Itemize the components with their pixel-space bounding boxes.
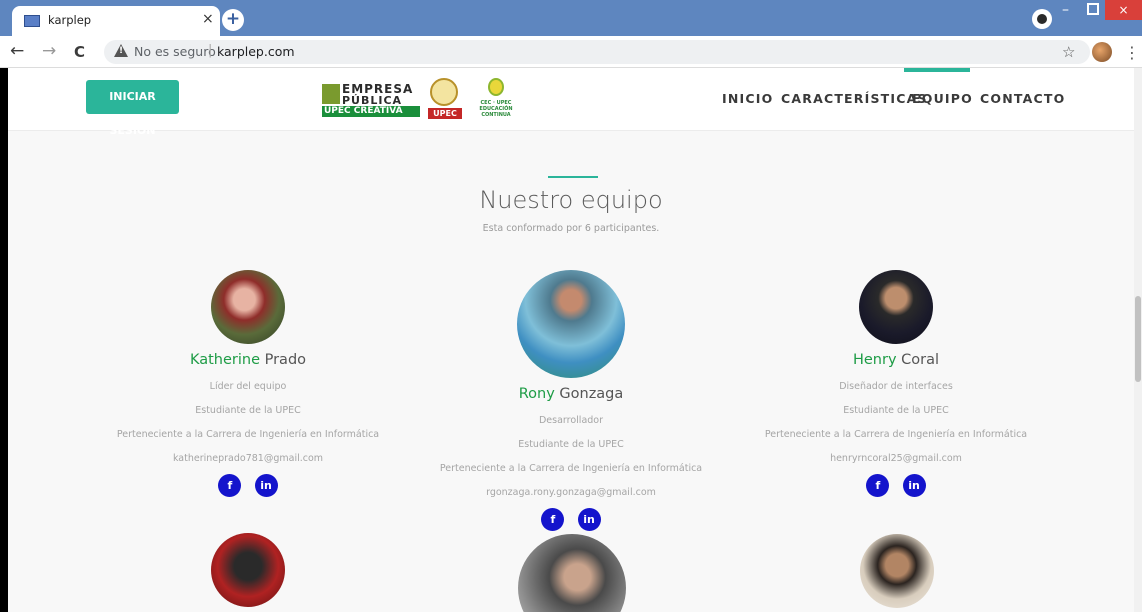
security-label[interactable]: No es seguro [134,44,216,59]
member-name: Katherine Prado [68,352,428,368]
back-icon[interactable]: ← [10,41,24,61]
nav-caracteristicas[interactable]: CARACTERÍSTICAS [781,91,928,106]
profile-avatar[interactable] [1092,42,1112,62]
member-role: Líder del equipo [209,381,287,392]
address-bar[interactable]: No es seguro | karplep.com [104,40,1090,64]
member-photo [860,534,934,608]
member-photo [211,533,285,607]
active-nav-indicator [904,68,970,72]
upec-logo: UPEC [428,108,462,119]
member-role: Desarrollador [538,415,604,426]
upec-seal-icon [430,78,458,106]
member-first-name: Henry [852,352,897,368]
section-title: Nuestro equipo [479,186,663,214]
nav-equipo[interactable]: EQUIPO [912,91,973,106]
member-last-name: Prado [264,352,307,368]
member-photo [211,270,285,344]
nav-inicio[interactable]: INICIO [722,91,773,106]
member-photo [518,534,626,612]
member-last-name: Gonzaga [559,386,624,402]
facebook-icon[interactable]: f [541,508,565,531]
close-window-button[interactable]: × [1105,0,1142,20]
linkedin-icon[interactable]: in [902,474,926,497]
member-career: Perteneciente a la Carrera de Ingeniería… [116,429,380,440]
empresa-publica-logo[interactable]: EMPRESA PÚBLICA UPEC CREATIVA [322,80,420,118]
facebook-icon[interactable]: f [218,474,242,497]
member-study: Estudiante de la UPEC [518,439,624,450]
page-viewport: INICIAR SESIÓN EMPRESA PÚBLICA UPEC CREA… [8,68,1134,612]
cec-logo-text: CEC · UPEC EDUCACIÓN CONTINUA [479,100,513,118]
member-role: Diseñador de interfaces [839,381,953,392]
member-study: Estudiante de la UPEC [195,405,301,416]
member-photo [517,270,625,378]
member-career: Perteneciente a la Carrera de Ingeniería… [439,463,703,474]
new-tab-button[interactable]: + [222,9,244,31]
member-career: Perteneciente a la Carrera de Ingeniería… [764,429,1028,440]
linkedin-icon[interactable]: in [577,508,601,531]
warning-icon [114,44,128,57]
linkedin-icon[interactable]: in [254,474,278,497]
team-member-card: Rony Gonzaga Desarrollador Estudiante de… [391,270,751,531]
member-socials: f in [68,474,428,497]
url-separator: | [208,43,213,58]
extension-icon[interactable] [1032,9,1052,29]
member-email: henryrncoral25@gmail.com [830,453,962,464]
reload-icon[interactable]: C [74,43,85,61]
site-favicon-icon [24,15,40,27]
browser-toolbar: ← → C No es seguro | karplep.com ☆ ⋮ [0,36,1142,68]
member-name: Henry Coral [716,352,1076,368]
site-header: INICIAR SESIÓN EMPRESA PÚBLICA UPEC CREA… [8,68,1134,137]
member-email: rgonzaga.rony.gonzaga@gmail.com [486,487,656,498]
member-email: katherineprado781@gmail.com [172,453,324,464]
member-photo [859,270,933,344]
section-subtitle: Esta conformado por 6 participantes. [482,223,660,234]
member-first-name: Rony [518,386,555,402]
url-text[interactable]: karplep.com [217,44,295,59]
minimize-button[interactable]: – [1062,2,1069,18]
member-last-name: Coral [901,352,940,368]
nav-contacto[interactable]: CONTACTO [980,91,1065,106]
forward-icon[interactable]: → [42,41,56,61]
maximize-button[interactable] [1087,3,1099,15]
lightbulb-icon [488,78,504,96]
menu-icon[interactable]: ⋮ [1124,43,1140,62]
bookmark-star-icon[interactable]: ☆ [1062,43,1075,61]
browser-tab[interactable]: karplep × [12,6,220,36]
login-button[interactable]: INICIAR SESIÓN [86,80,179,137]
tab-title: karplep [48,13,92,27]
logo-strip: UPEC CREATIVA [322,106,420,117]
browser-titlebar: karplep × + – × [0,0,1142,36]
team-member-card: Katherine Prado Líder del equipo Estudia… [68,270,428,497]
member-name: Rony Gonzaga [391,386,751,402]
member-first-name: Katherine [189,352,260,368]
empresa-mark-icon [322,84,340,104]
member-socials: f in [391,508,751,531]
member-study: Estudiante de la UPEC [843,405,949,416]
scrollbar-thumb[interactable] [1135,296,1141,382]
section-divider [548,176,598,178]
team-member-card: Henry Coral Diseñador de interfaces Estu… [716,270,1076,497]
tab-close-icon[interactable]: × [202,11,214,27]
facebook-icon[interactable]: f [866,474,890,497]
cec-logo: CEC · UPEC EDUCACIÓN CONTINUA [476,78,516,120]
member-socials: f in [716,474,1076,497]
